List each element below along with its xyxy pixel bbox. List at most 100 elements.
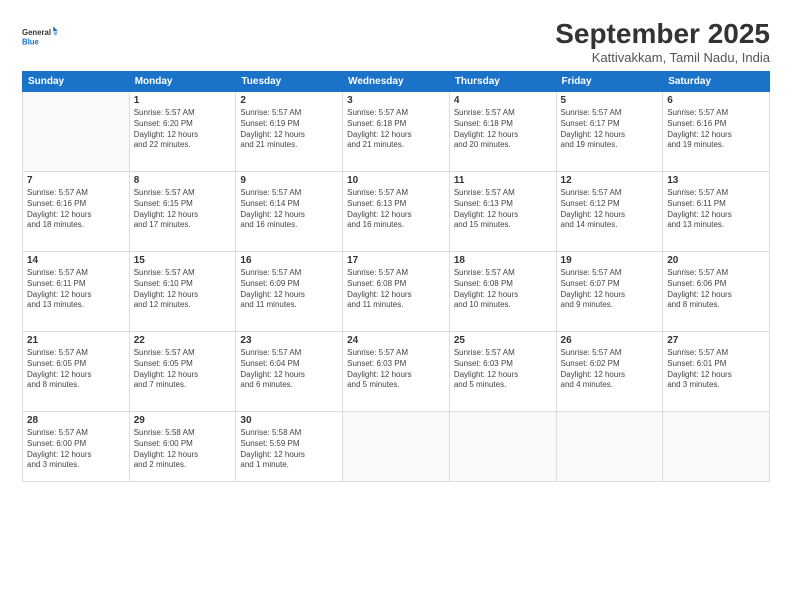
weekday-header: Thursday [449,72,556,92]
calendar-cell: 25Sunrise: 5:57 AMSunset: 6:03 PMDayligh… [449,332,556,412]
day-number: 9 [240,175,338,186]
weekday-header: Monday [129,72,236,92]
calendar-cell: 14 Sunrise: 5:57 AMSunset: 6:11 PMDayligh… [23,252,130,332]
day-info: Sunrise: 5:57 AMSunset: 6:18 PMDaylight:… [347,108,445,151]
day-info: Sunrise: 5:57 AMSunset: 6:00 PMDaylight:… [27,428,125,471]
calendar-week-row: 1Sunrise: 5:57 AMSunset: 6:20 PMDaylight… [23,92,770,172]
day-number: 20 [667,255,765,266]
day-info: Sunrise: 5:58 AMSunset: 5:59 PMDaylight:… [240,428,338,471]
calendar-cell: 2Sunrise: 5:57 AMSunset: 6:19 PMDaylight… [236,92,343,172]
day-info: Sunrise: 5:57 AMSunset: 6:03 PMDaylight:… [347,348,445,391]
day-info: Sunrise: 5:57 AMSunset: 6:15 PMDaylight:… [134,188,232,231]
weekday-header: Wednesday [343,72,450,92]
day-number: 5 [561,95,659,106]
calendar-cell: 26 Sunrise: 5:57 AMSunset: 6:02 PMDayligh… [556,332,663,412]
svg-text:Blue: Blue [22,37,40,46]
calendar-cell: 22Sunrise: 5:57 AMSunset: 6:05 PMDayligh… [129,332,236,412]
calendar-cell: 10 Sunrise: 5:57 AMSunset: 6:13 PMDayligh… [343,172,450,252]
day-number: 7 [27,175,125,186]
calendar-cell [663,412,770,482]
calendar-cell: 27 Sunrise: 5:57 AMSunset: 6:01 PMDayligh… [663,332,770,412]
day-info: Sunrise: 5:57 AMSunset: 6:02 PMDaylight:… [561,348,659,391]
day-number: 19 [561,255,659,266]
day-number: 21 [27,335,125,346]
day-info: Sunrise: 5:57 AMSunset: 6:08 PMDaylight:… [454,268,552,311]
day-info: Sunrise: 5:57 AMSunset: 6:19 PMDaylight:… [240,108,338,151]
day-info: Sunrise: 5:57 AMSunset: 6:05 PMDaylight:… [134,348,232,391]
day-number: 13 [667,175,765,186]
title-block: September 2025 Kattivakkam, Tamil Nadu, … [555,18,770,65]
day-info: Sunrise: 5:57 AMSunset: 6:01 PMDaylight:… [667,348,765,391]
calendar-cell: 5 Sunrise: 5:57 AMSunset: 6:17 PMDaylight… [556,92,663,172]
calendar-week-row: 14 Sunrise: 5:57 AMSunset: 6:11 PMDayligh… [23,252,770,332]
day-info: Sunrise: 5:57 AMSunset: 6:16 PMDaylight:… [667,108,765,151]
day-number: 23 [240,335,338,346]
calendar-cell: 21 Sunrise: 5:57 AMSunset: 6:05 PMDayligh… [23,332,130,412]
day-info: Sunrise: 5:57 AMSunset: 6:03 PMDaylight:… [454,348,552,391]
calendar-cell: 11 Sunrise: 5:57 AMSunset: 6:13 PMDayligh… [449,172,556,252]
calendar-cell: 1Sunrise: 5:57 AMSunset: 6:20 PMDaylight… [129,92,236,172]
day-info: Sunrise: 5:57 AMSunset: 6:05 PMDaylight:… [27,348,125,391]
day-number: 27 [667,335,765,346]
day-number: 17 [347,255,445,266]
calendar-cell: 16 Sunrise: 5:57 AMSunset: 6:09 PMDayligh… [236,252,343,332]
weekday-header: Friday [556,72,663,92]
day-number: 16 [240,255,338,266]
day-info: Sunrise: 5:57 AMSunset: 6:06 PMDaylight:… [667,268,765,311]
weekday-header: Tuesday [236,72,343,92]
day-number: 3 [347,95,445,106]
calendar-cell: 23Sunrise: 5:57 AMSunset: 6:04 PMDayligh… [236,332,343,412]
day-info: Sunrise: 5:57 AMSunset: 6:17 PMDaylight:… [561,108,659,151]
weekday-header: Saturday [663,72,770,92]
day-info: Sunrise: 5:57 AMSunset: 6:11 PMDaylight:… [667,188,765,231]
calendar-cell: 6 Sunrise: 5:57 AMSunset: 6:16 PMDaylight… [663,92,770,172]
day-number: 12 [561,175,659,186]
day-number: 8 [134,175,232,186]
day-info: Sunrise: 5:57 AMSunset: 6:20 PMDaylight:… [134,108,232,151]
calendar-cell: 19 Sunrise: 5:57 AMSunset: 6:07 PMDayligh… [556,252,663,332]
calendar-cell: 4Sunrise: 5:57 AMSunset: 6:18 PMDaylight… [449,92,556,172]
day-number: 11 [454,175,552,186]
calendar-week-row: 28 Sunrise: 5:57 AMSunset: 6:00 PMDayligh… [23,412,770,482]
calendar-cell: 3 Sunrise: 5:57 AMSunset: 6:18 PMDaylight… [343,92,450,172]
day-info: Sunrise: 5:57 AMSunset: 6:16 PMDaylight:… [27,188,125,231]
calendar-cell: 30 Sunrise: 5:58 AMSunset: 5:59 PMDayligh… [236,412,343,482]
day-info: Sunrise: 5:57 AMSunset: 6:07 PMDaylight:… [561,268,659,311]
day-number: 18 [454,255,552,266]
day-info: Sunrise: 5:57 AMSunset: 6:18 PMDaylight:… [454,108,552,151]
calendar-cell [449,412,556,482]
day-info: Sunrise: 5:57 AMSunset: 6:08 PMDaylight:… [347,268,445,311]
calendar-cell: 20 Sunrise: 5:57 AMSunset: 6:06 PMDayligh… [663,252,770,332]
calendar-cell [23,92,130,172]
day-number: 15 [134,255,232,266]
day-info: Sunrise: 5:57 AMSunset: 6:09 PMDaylight:… [240,268,338,311]
day-info: Sunrise: 5:57 AMSunset: 6:12 PMDaylight:… [561,188,659,231]
calendar-cell: 13 Sunrise: 5:57 AMSunset: 6:11 PMDayligh… [663,172,770,252]
day-number: 28 [27,415,125,426]
header: General Blue September 2025 Kattivakkam,… [22,18,770,65]
calendar-cell: 29Sunrise: 5:58 AMSunset: 6:00 PMDayligh… [129,412,236,482]
calendar-cell: 8 Sunrise: 5:57 AMSunset: 6:15 PMDaylight… [129,172,236,252]
day-info: Sunrise: 5:57 AMSunset: 6:13 PMDaylight:… [347,188,445,231]
calendar-cell: 9 Sunrise: 5:57 AMSunset: 6:14 PMDaylight… [236,172,343,252]
calendar-cell: 12 Sunrise: 5:57 AMSunset: 6:12 PMDayligh… [556,172,663,252]
subtitle: Kattivakkam, Tamil Nadu, India [555,50,770,65]
day-info: Sunrise: 5:57 AMSunset: 6:10 PMDaylight:… [134,268,232,311]
calendar-cell: 18 Sunrise: 5:57 AMSunset: 6:08 PMDayligh… [449,252,556,332]
day-number: 24 [347,335,445,346]
page: General Blue September 2025 Kattivakkam,… [0,0,792,612]
day-number: 6 [667,95,765,106]
day-info: Sunrise: 5:57 AMSunset: 6:11 PMDaylight:… [27,268,125,311]
calendar-cell: 15 Sunrise: 5:57 AMSunset: 6:10 PMDayligh… [129,252,236,332]
calendar-cell [343,412,450,482]
day-number: 14 [27,255,125,266]
day-number: 30 [240,415,338,426]
calendar: SundayMondayTuesdayWednesdayThursdayFrid… [22,71,770,482]
calendar-week-row: 7 Sunrise: 5:57 AMSunset: 6:16 PMDaylight… [23,172,770,252]
day-info: Sunrise: 5:57 AMSunset: 6:13 PMDaylight:… [454,188,552,231]
day-number: 10 [347,175,445,186]
weekday-header: Sunday [23,72,130,92]
day-number: 26 [561,335,659,346]
day-info: Sunrise: 5:57 AMSunset: 6:14 PMDaylight:… [240,188,338,231]
month-title: September 2025 [555,18,770,50]
